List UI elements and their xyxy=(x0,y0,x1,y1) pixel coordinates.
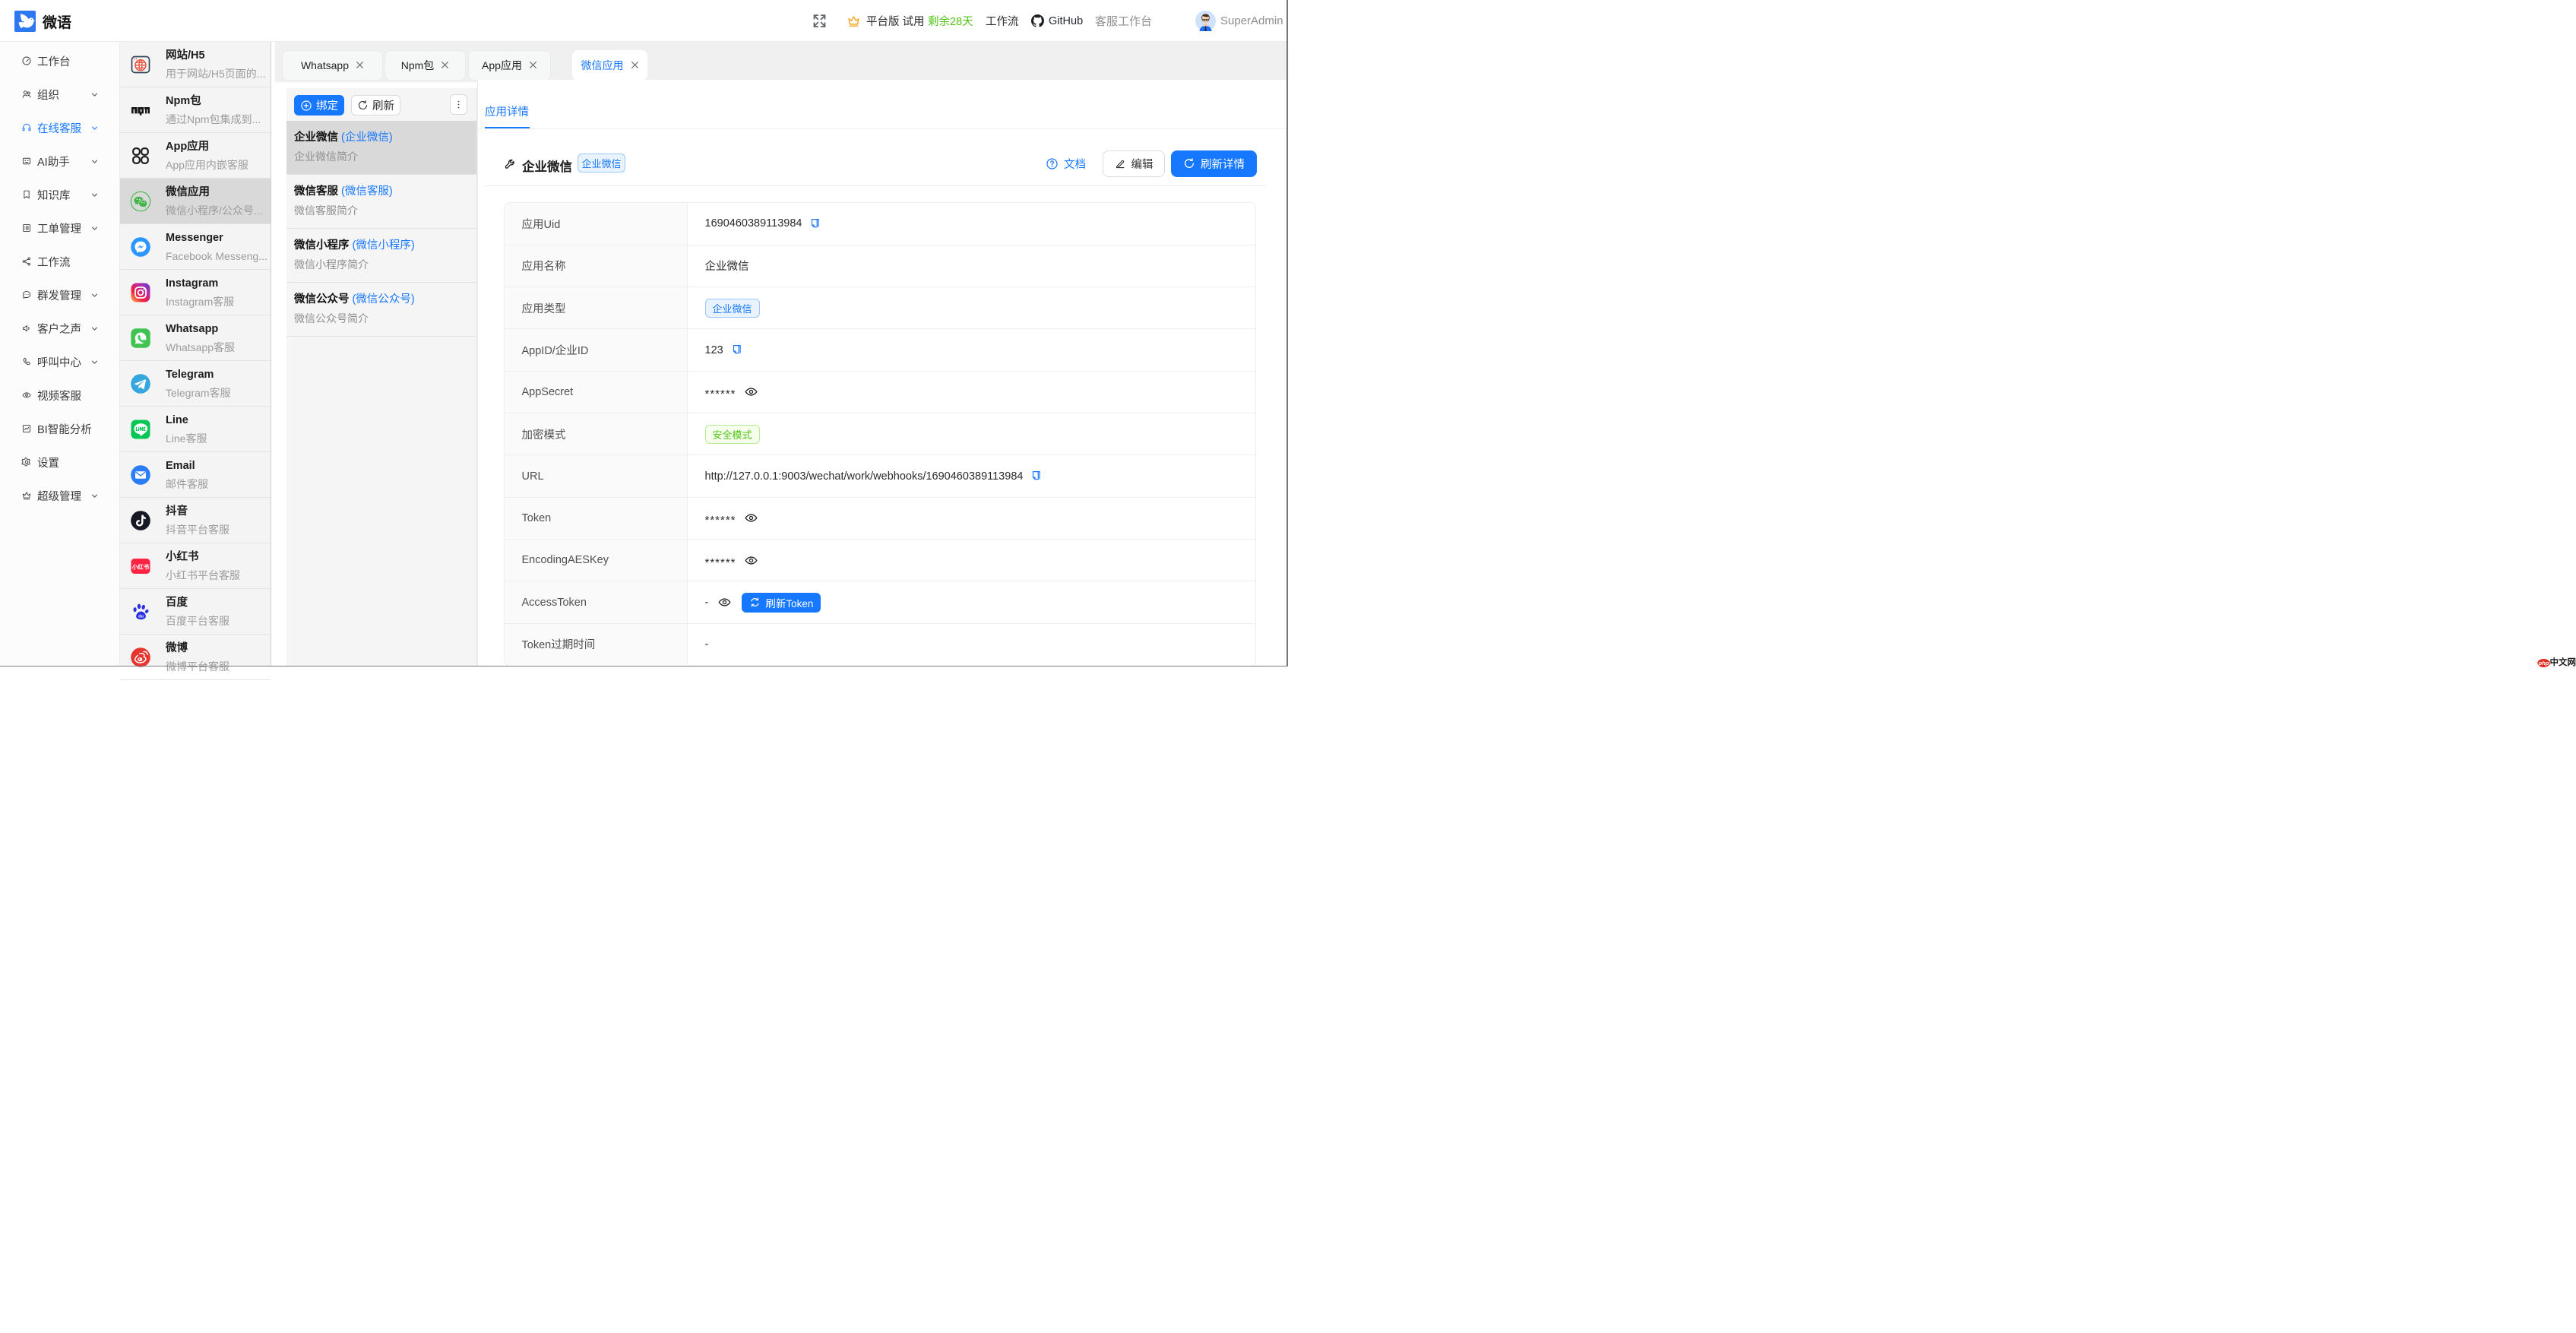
svg-text:du: du xyxy=(138,615,144,619)
svg-text:php: php xyxy=(2537,660,2549,666)
svg-text:小红书: 小红书 xyxy=(131,563,149,571)
